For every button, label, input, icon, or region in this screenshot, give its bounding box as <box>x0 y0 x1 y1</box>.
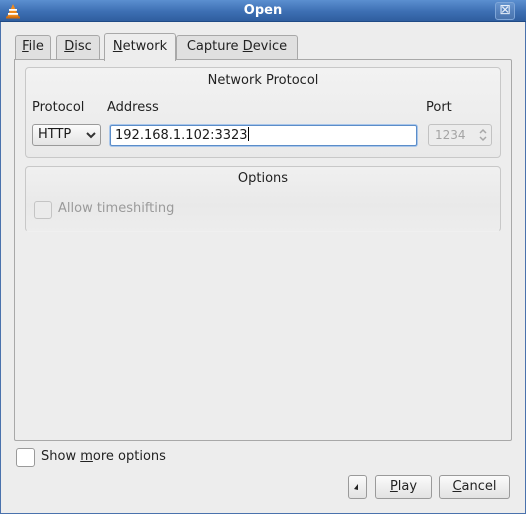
window-title: Open <box>243 3 283 18</box>
protocol-value: HTTP <box>38 127 72 142</box>
window-border-left <box>0 22 1 514</box>
timeshift-checkbox[interactable] <box>34 201 52 219</box>
options-heading: Options <box>237 171 289 186</box>
port-value: 1234 <box>435 128 466 142</box>
port-spinbox[interactable]: 1234 <box>428 124 492 146</box>
close-button[interactable]: ⊠ <box>495 2 515 20</box>
vlc-cone-icon <box>4 3 22 19</box>
protocol-select[interactable]: HTTP <box>32 124 101 146</box>
address-label: Address <box>107 100 159 115</box>
port-label: Port <box>426 100 452 115</box>
tab-network[interactable]: Network <box>104 33 176 61</box>
show-more-options-checkbox[interactable] <box>16 448 35 467</box>
tab-file[interactable]: File <box>15 35 51 60</box>
address-input[interactable]: 192.168.1.102:3323 <box>110 125 417 146</box>
dropdown-toggle-button[interactable] <box>348 475 367 499</box>
protocol-label: Protocol <box>32 100 85 115</box>
cancel-button[interactable]: Cancel <box>439 475 510 499</box>
show-more-options-label[interactable]: Show more options <box>41 449 166 464</box>
pointer-icon <box>354 484 358 490</box>
tab-capture-device[interactable]: Capture Device <box>176 35 298 60</box>
network-protocol-heading: Network Protocol <box>207 73 319 88</box>
address-value: 192.168.1.102:3323 <box>115 128 248 143</box>
play-button[interactable]: Play <box>375 475 432 499</box>
tab-disc[interactable]: Disc <box>56 35 100 60</box>
chevron-down-icon <box>86 125 96 152</box>
timeshift-label: Allow timeshifting <box>58 201 175 216</box>
spin-arrows-icon[interactable] <box>478 127 488 145</box>
text-cursor <box>247 127 249 141</box>
